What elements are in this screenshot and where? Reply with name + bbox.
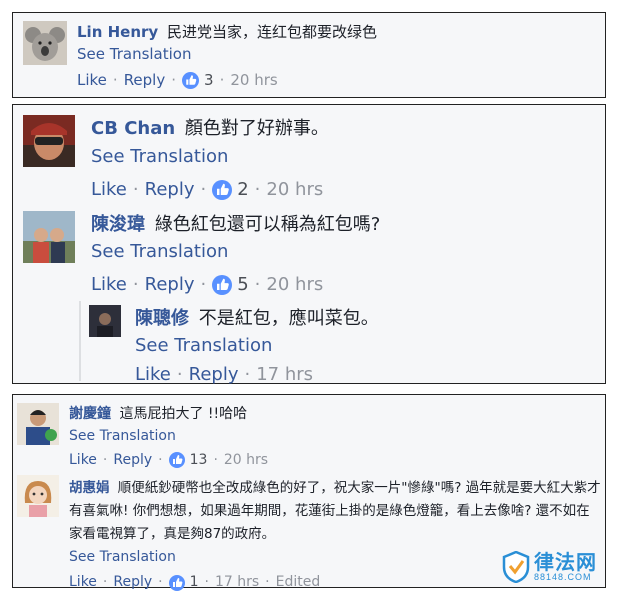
avatar[interactable] — [23, 21, 67, 65]
comment-text: 綠色紅包還可以稱為紅包嗎? — [154, 214, 381, 235]
commenter-name[interactable]: Lin Henry — [77, 23, 158, 41]
like-link[interactable]: Like — [91, 176, 127, 203]
like-link[interactable]: Like — [91, 271, 127, 298]
avatar[interactable] — [17, 403, 59, 445]
commenter-name[interactable]: 陳浚瑋 — [91, 214, 145, 235]
separator: · — [132, 179, 139, 200]
comment-text: 顏色對了好辦事。 — [184, 118, 329, 139]
see-translation-link[interactable]: See Translation — [135, 332, 575, 359]
separator: · — [132, 274, 139, 295]
like-thumb-icon[interactable] — [168, 574, 185, 591]
separator: · — [244, 364, 251, 385]
see-translation-link[interactable]: See Translation — [77, 43, 597, 65]
separator: · — [219, 71, 225, 89]
separator: · — [204, 574, 209, 590]
timestamp[interactable]: 20 hrs — [224, 449, 268, 471]
separator: · — [158, 452, 163, 468]
commenter-name[interactable]: 陳聰修 — [135, 308, 189, 329]
comment-text: 民进党当家，连红包都要改绿色 — [166, 23, 377, 41]
like-link[interactable]: Like — [77, 69, 107, 91]
like-count[interactable]: 13 — [190, 449, 208, 471]
separator: · — [158, 574, 163, 590]
like-thumb-icon[interactable] — [182, 71, 200, 89]
like-count[interactable]: 5 — [237, 271, 248, 298]
shield-logo-icon — [502, 551, 530, 583]
timestamp[interactable]: 17 hrs — [215, 571, 259, 594]
timestamp[interactable]: 20 hrs — [230, 69, 277, 91]
separator: · — [176, 364, 183, 385]
timestamp[interactable]: 20 hrs — [266, 271, 323, 298]
comment-text: 這馬屁拍大了 !!哈哈 — [119, 406, 248, 422]
like-count[interactable]: 1 — [190, 571, 199, 594]
like-thumb-icon[interactable] — [168, 452, 185, 468]
reply-link[interactable]: Reply — [124, 69, 166, 91]
see-translation-link[interactable]: See Translation — [91, 143, 591, 170]
like-count[interactable]: 3 — [204, 69, 214, 91]
reply-link[interactable]: Reply — [113, 449, 152, 471]
commenter-name[interactable]: 謝慶鐘 — [69, 406, 111, 422]
timestamp[interactable]: 17 hrs — [256, 361, 313, 388]
separator: · — [112, 71, 118, 89]
commenter-name[interactable]: CB Chan — [91, 118, 175, 139]
reply-link[interactable]: Reply — [145, 176, 195, 203]
watermark-domain: 88148.COM — [534, 571, 592, 582]
reply-link[interactable]: Reply — [145, 271, 195, 298]
avatar[interactable] — [17, 475, 59, 517]
like-link[interactable]: Like — [69, 571, 97, 594]
separator: · — [102, 452, 108, 468]
watermark-title: 律法网 — [534, 551, 597, 574]
comment-text: 順便紙鈔硬幣也全改成綠色的好了，祝大家一片"慘綠"嗎? 過年就是要大紅大紫才有喜… — [69, 480, 601, 542]
reply-thread-line — [79, 301, 81, 381]
edited-label[interactable]: Edited — [276, 571, 321, 594]
commenter-name[interactable]: 胡惠娟 — [69, 480, 110, 496]
reply-link[interactable]: Reply — [189, 361, 239, 388]
reply-link[interactable]: Reply — [113, 571, 152, 594]
site-watermark: 律法网 88148.COM — [502, 546, 612, 588]
like-link[interactable]: Like — [135, 361, 171, 388]
comment-text: 不是紅包，應叫菜包。 — [198, 308, 379, 329]
separator: · — [213, 452, 218, 468]
like-count[interactable]: 2 — [237, 176, 248, 203]
comment-panel-1: Lin Henry 民进党当家，连红包都要改绿色 See Translation… — [12, 12, 606, 98]
like-thumb-icon[interactable] — [212, 179, 233, 200]
see-translation-link[interactable]: See Translation — [91, 238, 591, 265]
separator: · — [102, 574, 108, 590]
avatar[interactable] — [89, 305, 121, 337]
like-thumb-icon[interactable] — [212, 274, 233, 295]
separator: · — [200, 274, 207, 295]
separator: · — [171, 71, 177, 89]
separator: · — [254, 274, 261, 295]
avatar[interactable] — [23, 211, 75, 263]
separator: · — [200, 179, 207, 200]
like-link[interactable]: Like — [69, 449, 97, 471]
separator: · — [254, 179, 261, 200]
see-translation-link[interactable]: See Translation — [69, 425, 589, 447]
comment-panel-2: CB Chan 顏色對了好辦事。 See Translation Like · … — [12, 104, 606, 385]
separator: · — [265, 574, 270, 590]
timestamp[interactable]: 20 hrs — [266, 176, 323, 203]
avatar[interactable] — [23, 115, 75, 167]
